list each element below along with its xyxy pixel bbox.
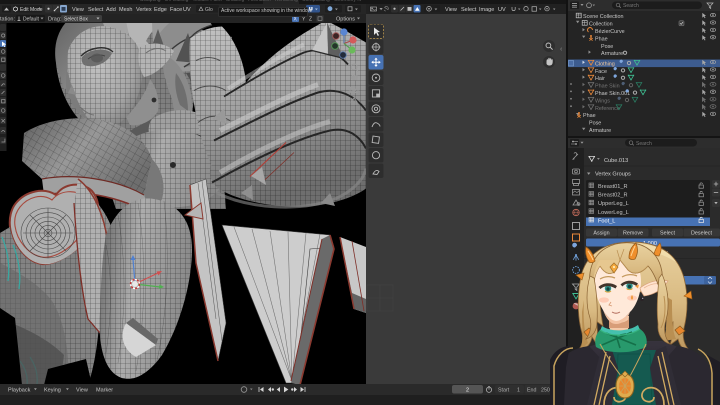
svg-text:Armature: Armature (601, 51, 623, 57)
svg-text:Pose: Pose (589, 121, 601, 127)
svg-text:Search: Search (623, 3, 639, 9)
svg-text:Options: Options (336, 16, 355, 22)
svg-text:Breast01_R: Breast01_R (598, 184, 628, 190)
svg-text:Pose: Pose (601, 44, 613, 50)
svg-text:Search: Search (636, 140, 652, 146)
svg-text:1: 1 (517, 387, 520, 393)
svg-text:Z: Z (309, 16, 312, 22)
svg-text:Edge: Edge (154, 7, 167, 13)
svg-text:Playback: Playback (8, 387, 31, 393)
svg-text:Hair: Hair (595, 76, 605, 82)
svg-text:Reference: Reference (595, 106, 620, 112)
svg-text:Foot_L: Foot_L (598, 218, 615, 224)
svg-text:Collection: Collection (589, 22, 613, 28)
svg-text:Phae Skin.001: Phae Skin.001 (595, 91, 630, 97)
svg-text:Image: Image (479, 7, 494, 13)
svg-text:Phae: Phae (595, 36, 608, 42)
svg-text:Marker: Marker (96, 387, 113, 393)
svg-text:Deselect: Deselect (691, 230, 712, 236)
svg-text:Glo: Glo (205, 7, 213, 13)
svg-text:Y: Y (302, 16, 306, 22)
svg-text:View: View (445, 7, 457, 13)
svg-text:Default: Default (23, 16, 39, 22)
svg-text:Add: Add (106, 7, 116, 13)
svg-text:End: End (527, 387, 536, 393)
svg-text:Vertex: Vertex (136, 7, 152, 13)
svg-text:Phae: Phae (583, 113, 596, 119)
svg-text:Keying: Keying (44, 387, 61, 393)
svg-text:tation:: tation: (0, 16, 15, 22)
svg-text:Assign: Assign (593, 230, 609, 236)
svg-text:UpperLeg_L: UpperLeg_L (598, 201, 629, 207)
svg-text:2: 2 (466, 388, 469, 394)
svg-text:Wings: Wings (595, 98, 610, 104)
svg-text:Scene Collection: Scene Collection (583, 14, 623, 20)
svg-text:Face: Face (170, 7, 182, 13)
svg-text:LowerLeg_L: LowerLeg_L (598, 209, 629, 215)
svg-text:Select: Select (461, 7, 477, 13)
svg-text:BézierCurve: BézierCurve (595, 29, 625, 35)
svg-text:Cube.013: Cube.013 (604, 158, 628, 164)
svg-text:Start: Start (498, 387, 510, 393)
svg-text:Mesh: Mesh (119, 7, 132, 13)
svg-text:Clothing: Clothing (595, 61, 615, 67)
svg-text:UV: UV (183, 7, 191, 13)
svg-text:Select Box: Select Box (64, 16, 88, 22)
svg-text:Drag:: Drag: (48, 16, 62, 22)
svg-text:Vertex Groups: Vertex Groups (595, 171, 631, 177)
svg-text:View: View (76, 387, 88, 393)
svg-text:UV: UV (498, 7, 506, 13)
svg-text:Phae Skin: Phae Skin (595, 84, 620, 90)
svg-text:Armature: Armature (589, 128, 611, 134)
svg-text:Face: Face (595, 69, 607, 75)
svg-text:Select: Select (88, 7, 104, 13)
svg-text:Remove: Remove (623, 230, 643, 236)
svg-text:Select: Select (660, 230, 675, 236)
svg-text:Breast02_R: Breast02_R (598, 192, 628, 198)
svg-text:View: View (72, 7, 84, 13)
